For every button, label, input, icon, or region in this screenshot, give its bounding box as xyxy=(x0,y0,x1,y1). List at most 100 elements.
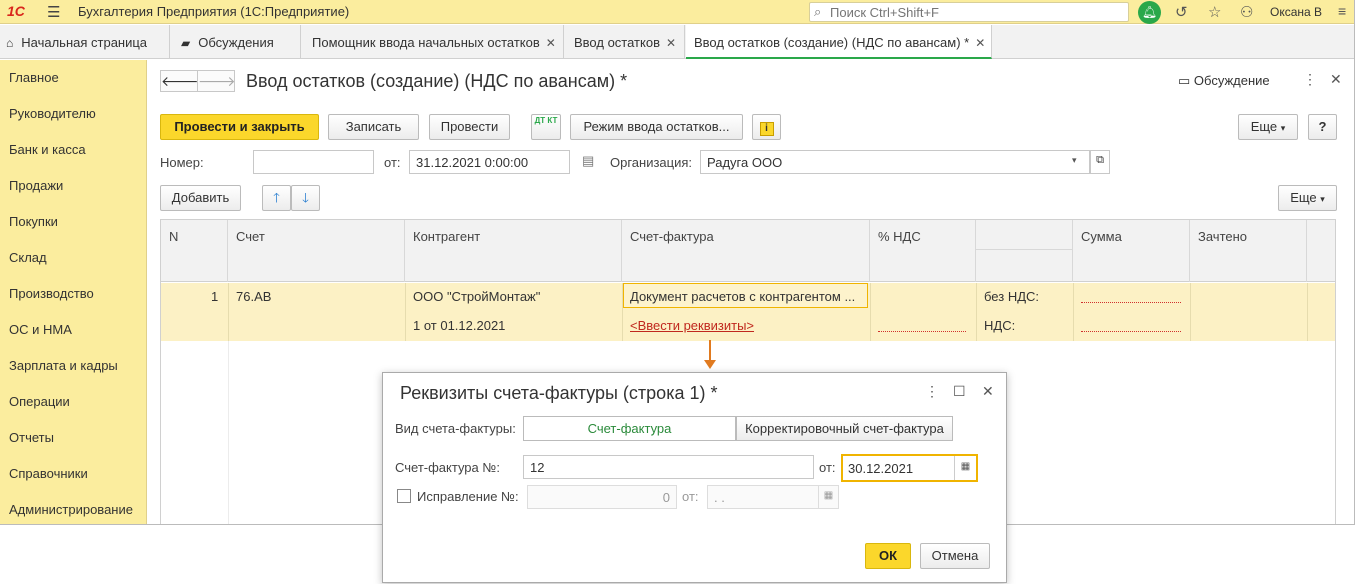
forward-button[interactable]: 🡒 xyxy=(197,70,236,92)
row-counterparty[interactable]: ООО "СтройМонтаж" xyxy=(413,289,540,304)
without-vat-label: без НДС: xyxy=(984,289,1040,304)
tab-discussions[interactable]: ▰ Обсуждения xyxy=(171,25,301,59)
sidebar-item-reports[interactable]: Отчеты xyxy=(9,430,54,445)
column-divider xyxy=(1307,283,1308,341)
close-icon[interactable]: ✕ xyxy=(982,383,994,400)
tab-initial-balances-assistant[interactable]: Помощник ввода начальных остатков ✕ xyxy=(302,25,564,59)
sidebar-item-production[interactable]: Производство xyxy=(9,286,94,301)
history-icon[interactable]: ↺ xyxy=(1175,3,1188,21)
column-header-vat-rate[interactable]: % НДС xyxy=(870,220,976,282)
vat-rate-required[interactable] xyxy=(878,331,966,332)
calendar-list-icon[interactable]: ▤ xyxy=(582,153,594,169)
tab-home[interactable]: ⌂ Начальная страница xyxy=(0,25,170,59)
sidebar-item-fixed-assets[interactable]: ОС и НМА xyxy=(9,322,72,337)
close-icon[interactable]: ✕ xyxy=(546,36,556,50)
balance-mode-button[interactable]: Режим ввода остатков... xyxy=(570,114,743,140)
column-header-n[interactable]: N xyxy=(161,220,228,282)
column-header-sum[interactable]: Сумма xyxy=(1073,220,1190,282)
number-field[interactable] xyxy=(253,150,374,174)
row-account[interactable]: 76.АВ xyxy=(236,289,271,304)
info-button[interactable]: i xyxy=(752,114,781,140)
hamburger-menu-icon[interactable]: ☰ xyxy=(47,3,60,21)
ok-button[interactable]: ОК xyxy=(865,543,911,569)
close-icon[interactable]: ✕ xyxy=(1330,71,1342,88)
sidebar-item-payroll[interactable]: Зарплата и кадры xyxy=(9,358,118,373)
correction-checkbox[interactable] xyxy=(397,489,411,503)
app-logo: 1С xyxy=(7,3,25,19)
more-vertical-icon[interactable]: ⋮ xyxy=(925,383,939,400)
user-name[interactable]: Оксана В xyxy=(1270,5,1322,19)
global-search-box[interactable]: ⌕ xyxy=(809,2,1129,22)
date-field[interactable]: 31.12.2021 0:00:00 xyxy=(409,150,570,174)
arrow-down-icon: 🡓 xyxy=(302,190,309,205)
sidebar-item-directories[interactable]: Справочники xyxy=(9,466,88,481)
discussion-link[interactable]: ▭ Обсуждение xyxy=(1178,73,1270,89)
correction-number-field[interactable]: 0 xyxy=(527,485,677,509)
vat-label: НДС: xyxy=(984,318,1016,333)
chat-icon: ▭ xyxy=(1178,73,1194,88)
sidebar-item-warehouse[interactable]: Склад xyxy=(9,250,47,265)
sum-without-vat-required[interactable] xyxy=(1081,302,1181,303)
column-header-counterparty[interactable]: Контрагент xyxy=(405,220,622,282)
sidebar-item-main[interactable]: Главное xyxy=(9,70,59,85)
table-more-button[interactable]: Еще ▾ xyxy=(1278,185,1337,211)
more-vertical-icon[interactable]: ≡ xyxy=(1338,3,1346,19)
tab-balances-create-vat[interactable]: Ввод остатков (создание) (НДС по авансам… xyxy=(686,25,992,59)
calendar-icon[interactable]: ▦ xyxy=(954,456,976,480)
more-vertical-icon[interactable]: ⋮ xyxy=(1303,71,1317,88)
help-button[interactable]: ? xyxy=(1308,114,1337,140)
close-icon[interactable]: ✕ xyxy=(975,36,985,50)
post-and-close-button[interactable]: Провести и закрыть xyxy=(160,114,319,140)
open-organization-button[interactable]: ⧉ xyxy=(1090,150,1110,174)
invoice-number-field[interactable]: 12 xyxy=(523,455,814,479)
sidebar-item-bank[interactable]: Банк и касса xyxy=(9,142,86,157)
organization-label: Организация: xyxy=(610,155,693,170)
notification-bell-icon[interactable]: 🔔︎ xyxy=(1138,1,1161,24)
column-header-offset[interactable]: Зачтено xyxy=(1190,220,1307,282)
column-divider xyxy=(228,283,229,341)
invoice-kind-invoice[interactable]: Счет-фактура xyxy=(523,416,736,441)
invoice-kind-correction[interactable]: Корректировочный счет-фактура xyxy=(736,416,953,441)
sidebar-item-operations[interactable]: Операции xyxy=(9,394,70,409)
row-number: 1 xyxy=(211,289,219,304)
maximize-icon[interactable]: ☐ xyxy=(953,383,966,400)
enter-invoice-details-link[interactable]: <Ввести реквизиты> xyxy=(630,318,754,333)
tab-balances-input[interactable]: Ввод остатков ✕ xyxy=(565,25,685,59)
correction-date-field[interactable]: . . ▦ xyxy=(707,485,839,509)
dt-kt-button[interactable]: ДТ КТ xyxy=(531,114,561,140)
move-up-button[interactable]: 🡑 xyxy=(262,185,291,211)
column-header-invoice[interactable]: Счет-фактура xyxy=(622,220,870,282)
move-down-button[interactable]: 🡓 xyxy=(291,185,320,211)
tab-label: Ввод остатков (создание) (НДС по авансам… xyxy=(694,35,970,50)
cancel-button[interactable]: Отмена xyxy=(920,543,990,569)
close-icon[interactable]: ✕ xyxy=(666,36,676,50)
sidebar-item-purchases[interactable]: Покупки xyxy=(9,214,58,229)
add-row-button[interactable]: Добавить xyxy=(160,185,241,211)
sidebar-item-administration[interactable]: Администрирование xyxy=(9,502,133,517)
invoice-date-field[interactable]: 30.12.2021 ▦ xyxy=(841,454,978,482)
arrow-up-icon: 🡑 xyxy=(273,190,280,205)
global-search-input[interactable] xyxy=(830,4,1120,20)
favorites-star-icon[interactable]: ☆ xyxy=(1208,3,1221,21)
chevron-down-icon: ▾ xyxy=(1320,194,1325,204)
save-button[interactable]: Записать xyxy=(328,114,419,140)
sidebar-item-sales[interactable]: Продажи xyxy=(9,178,63,193)
info-icon: i xyxy=(759,122,774,136)
table-row[interactable]: 1 76.АВ ООО "СтройМонтаж" 1 от 01.12.202… xyxy=(161,283,1335,341)
post-button[interactable]: Провести xyxy=(429,114,510,140)
vat-sum-required[interactable] xyxy=(1081,331,1181,332)
calendar-icon[interactable]: ▦ xyxy=(818,486,838,508)
correction-date-value: . . xyxy=(714,490,725,505)
sidebar-item-manager[interactable]: Руководителю xyxy=(9,106,96,121)
row-contract[interactable]: 1 от 01.12.2021 xyxy=(413,318,505,333)
open-link-icon: ⧉ xyxy=(1096,154,1104,166)
organization-field[interactable]: Радуга ООО xyxy=(700,150,1090,174)
dropdown-arrow-icon[interactable]: ▾ xyxy=(1072,155,1077,166)
column-header-vat-kind[interactable] xyxy=(976,220,1073,282)
back-button[interactable]: 🡐 xyxy=(160,70,199,92)
page-title: Ввод остатков (создание) (НДС по авансам… xyxy=(246,71,628,91)
row-invoice-cell[interactable]: Документ расчетов с контрагентом ... xyxy=(623,283,868,308)
column-header-account[interactable]: Счет xyxy=(228,220,405,282)
user-icon[interactable]: ⚇ xyxy=(1240,3,1253,21)
more-button[interactable]: Еще ▾ xyxy=(1238,114,1298,140)
